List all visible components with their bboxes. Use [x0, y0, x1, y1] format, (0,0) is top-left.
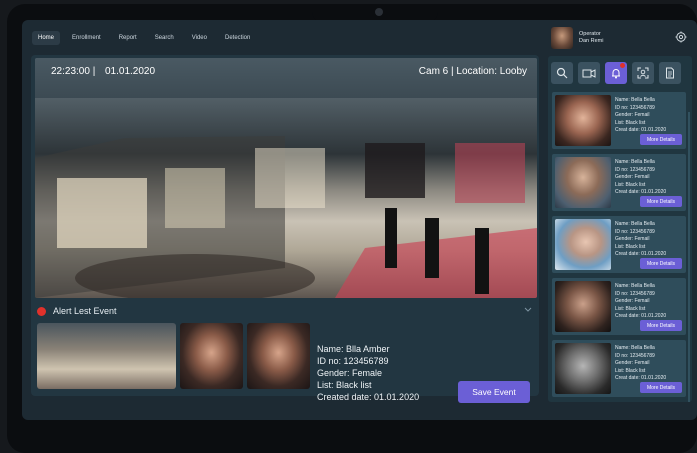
watchlist-sidebar: Name: Bella Bella ID no: 123456789 Gende…	[548, 56, 692, 402]
nav-detection[interactable]: Detection	[219, 31, 256, 45]
camera-feed[interactable]: 22:23:00 | 01.01.2020 Cam 6 | Location: …	[35, 58, 537, 298]
person-card[interactable]: Name: Bella Bella ID no: 123456789 Gende…	[552, 278, 686, 335]
alert-created-date: Created date: 01.01.2020	[317, 392, 420, 402]
avatar[interactable]	[551, 27, 573, 49]
operator-info: Operator Dan Remi	[579, 31, 603, 45]
alert-list: List: Black list	[317, 380, 372, 390]
nav-enrollment[interactable]: Enrollment	[66, 31, 107, 45]
notifications-tool-button[interactable]	[605, 62, 627, 84]
person-photo	[555, 157, 611, 208]
person-name: Name: Bella Bella	[615, 221, 655, 227]
person-name: Name: Bella Bella	[615, 283, 655, 289]
alert-gender: Gender: Female	[317, 368, 383, 378]
operator-role: Operator	[579, 31, 601, 37]
person-gender: Gender: Femail	[615, 174, 650, 180]
video-date: 01.01.2020	[105, 66, 156, 77]
bell-icon	[612, 69, 620, 79]
more-details-button[interactable]: More Details	[640, 196, 682, 207]
video-timestamp: 22:23:00 |	[51, 66, 96, 77]
webcam-dot	[375, 8, 383, 16]
sidebar-scrollbar[interactable]	[688, 112, 690, 402]
main-panel: 22:23:00 | 01.01.2020 Cam 6 | Location: …	[31, 55, 539, 403]
nav-search[interactable]: Search	[149, 31, 180, 45]
alert-dot-icon	[37, 306, 46, 316]
operator-header: Operator Dan Remi	[543, 20, 697, 56]
face-scan-icon	[637, 67, 649, 79]
more-details-button[interactable]: More Details	[640, 258, 682, 269]
camera-icon	[582, 69, 596, 78]
alert-id: ID no: 123456789	[317, 356, 389, 366]
person-details: Name: Bella Bella ID no: 123456789 Gende…	[615, 345, 666, 383]
person-id: ID no: 123456789	[615, 228, 655, 235]
document-icon	[666, 67, 674, 79]
alert-title: Alert Lest Event	[53, 306, 117, 316]
person-photo	[555, 281, 611, 332]
alert-header: Alert Lest Event	[35, 301, 537, 321]
person-card[interactable]: Name: Bella Bella ID no: 123456789 Gende…	[552, 92, 686, 149]
alert-name: Name: Blla Amber	[317, 344, 390, 354]
camera-location: Cam 6 | Location: Looby	[418, 66, 527, 77]
more-details-button[interactable]: More Details	[640, 320, 682, 331]
person-name: Name: Bella Bella	[615, 97, 655, 103]
mall-scene-image	[35, 58, 537, 298]
more-details-button[interactable]: More Details	[640, 382, 682, 393]
gear-icon[interactable]	[675, 31, 687, 43]
person-details: Name: Bella Bella ID no: 123456789 Gende…	[615, 221, 666, 259]
person-details: Name: Bella Bella ID no: 123456789 Gende…	[615, 97, 666, 135]
alert-scene-thumbnail[interactable]	[37, 323, 176, 389]
save-event-button[interactable]: Save Event	[458, 381, 530, 403]
person-id: ID no: 123456789	[615, 166, 655, 173]
person-list: List: Black list	[615, 243, 646, 250]
face-scan-tool-button[interactable]	[632, 62, 654, 84]
person-gender: Gender: Femail	[615, 112, 650, 118]
search-tool-button[interactable]	[551, 62, 573, 84]
nav-report[interactable]: Report	[113, 31, 143, 45]
nav-video[interactable]: Video	[186, 31, 213, 45]
alert-match-thumbnail[interactable]	[247, 323, 310, 389]
person-photo	[555, 95, 611, 146]
person-photo	[555, 219, 611, 270]
nav-home[interactable]: Home	[32, 31, 61, 45]
person-gender: Gender: Femail	[615, 236, 650, 242]
notification-badge	[620, 63, 625, 68]
alert-thumbnails	[37, 323, 310, 389]
more-details-button[interactable]: More Details	[640, 134, 682, 145]
person-details: Name: Bella Bella ID no: 123456789 Gende…	[615, 159, 666, 197]
chevron-down-icon[interactable]	[523, 305, 533, 315]
person-gender: Gender: Femail	[615, 298, 650, 304]
person-list: List: Black list	[615, 305, 646, 312]
person-name: Name: Bella Bella	[615, 159, 655, 165]
person-details: Name: Bella Bella ID no: 123456789 Gende…	[615, 283, 666, 321]
search-icon	[556, 67, 568, 79]
person-id: ID no: 123456789	[615, 352, 655, 359]
operator-name: Dan Remi	[579, 38, 604, 44]
person-id: ID no: 123456789	[615, 290, 655, 297]
camera-tool-button[interactable]	[578, 62, 600, 84]
app-screen: Home Enrollment Report Search Video Dete…	[22, 20, 697, 420]
person-card[interactable]: Name: Bella Bella ID no: 123456789 Gende…	[552, 216, 686, 273]
person-list: List: Black list	[615, 367, 646, 374]
top-navigation: Home Enrollment Report Search Video Dete…	[22, 20, 542, 56]
person-photo	[555, 343, 611, 394]
person-id: ID no: 123456789	[615, 104, 655, 111]
person-list: List: Black list	[615, 181, 646, 188]
document-tool-button[interactable]	[659, 62, 681, 84]
person-card[interactable]: Name: Bella Bella ID no: 123456789 Gende…	[552, 154, 686, 211]
sidebar-toolbar	[551, 62, 681, 84]
person-name: Name: Bella Bella	[615, 345, 655, 351]
alert-details: Name: Blla Amber ID no: 123456789 Gender…	[317, 343, 419, 403]
person-gender: Gender: Femail	[615, 360, 650, 366]
alert-face-thumbnail[interactable]	[180, 323, 243, 389]
person-card[interactable]: Name: Bella Bella ID no: 123456789 Gende…	[552, 340, 686, 397]
person-list: List: Black list	[615, 119, 646, 126]
